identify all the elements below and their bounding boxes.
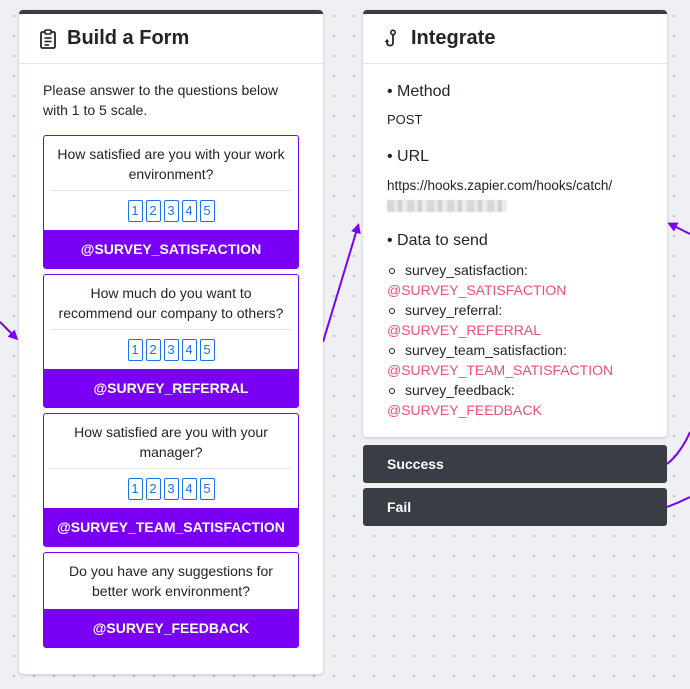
bullet-icon [389, 388, 395, 394]
scale-option-3[interactable]: 3 [163, 339, 179, 361]
scale-option-1[interactable]: 1 [127, 200, 143, 222]
method-value: POST [387, 112, 423, 127]
clipboard-icon [39, 28, 59, 49]
bullet-icon [389, 348, 395, 354]
url-label: • URL [387, 148, 430, 165]
data-value: @SURVEY_TEAM_SATISFACTION [387, 362, 614, 378]
data-key: survey_satisfaction: [405, 262, 528, 278]
scale-option-5[interactable]: 5 [199, 478, 215, 500]
question-card-2[interactable]: How much do you want to recommend our co… [43, 274, 299, 408]
data-item: survey_feedback: @SURVEY_FEEDBACK [387, 380, 643, 420]
question-text: How satisfied are you with your work env… [57, 146, 285, 182]
data-item: survey_satisfaction: @SURVEY_SATISFACTIO… [387, 260, 643, 300]
variable-label: @SURVEY_SATISFACTION [44, 230, 298, 268]
scale-option-4[interactable]: 4 [181, 339, 197, 361]
question-card-1[interactable]: How satisfied are you with your work env… [43, 135, 299, 269]
variable-label: @SURVEY_REFERRAL [44, 369, 298, 407]
build-form-card[interactable]: Build a Form Please answer to the questi… [19, 10, 323, 674]
data-value: @SURVEY_FEEDBACK [387, 402, 542, 418]
question-text: How much do you want to recommend our co… [58, 285, 284, 321]
rating-scale: 1 2 3 4 5 [44, 191, 298, 230]
success-output[interactable]: Success [363, 445, 667, 483]
url-value: https://hooks.zapier.com/hooks/catch/ [387, 178, 613, 193]
scale-option-2[interactable]: 2 [145, 339, 161, 361]
form-card-header: Build a Form [19, 14, 323, 64]
integrate-body: • Method POST • URL https://hooks.zapier… [363, 64, 667, 420]
data-item: survey_referral: @SURVEY_REFERRAL [387, 300, 643, 340]
variable-label: @SURVEY_TEAM_SATISFACTION [44, 508, 298, 546]
integrate-card[interactable]: Integrate • Method POST • URL https://ho… [363, 10, 667, 437]
question-card-4[interactable]: Do you have any suggestions for better w… [43, 552, 299, 648]
wire-success-out [666, 431, 690, 465]
data-item: survey_team_satisfaction: @SURVEY_TEAM_S… [387, 340, 643, 380]
question-text: Do you have any suggestions for better w… [69, 563, 273, 599]
data-key: survey_feedback: [405, 382, 515, 398]
integrate-card-header: Integrate [363, 14, 667, 64]
fail-output[interactable]: Fail [363, 488, 667, 526]
scale-option-1[interactable]: 1 [127, 478, 143, 500]
wire-fail-out [666, 496, 690, 508]
scale-option-5[interactable]: 5 [199, 339, 215, 361]
integrate-card-title: Integrate [411, 27, 496, 49]
hook-icon [383, 28, 403, 49]
scale-option-4[interactable]: 4 [181, 200, 197, 222]
wire-into-integrate [667, 222, 690, 235]
data-to-send-label: • Data to send [387, 232, 488, 249]
data-key: survey_team_satisfaction: [405, 342, 567, 358]
form-card-title: Build a Form [67, 27, 190, 49]
bullet-icon [389, 308, 395, 314]
data-value: @SURVEY_REFERRAL [387, 322, 541, 338]
scale-option-5[interactable]: 5 [199, 200, 215, 222]
variable-label: @SURVEY_FEEDBACK [44, 609, 298, 647]
data-key: survey_referral: [405, 302, 503, 318]
scale-option-1[interactable]: 1 [127, 339, 143, 361]
wire-into-form [0, 321, 19, 341]
scale-option-2[interactable]: 2 [145, 200, 161, 222]
bullet-icon [389, 268, 395, 274]
question-text: How satisfied are you with your manager? [74, 424, 268, 460]
scale-option-3[interactable]: 3 [163, 200, 179, 222]
scale-option-3[interactable]: 3 [163, 478, 179, 500]
data-value: @SURVEY_SATISFACTION [387, 282, 567, 298]
rating-scale: 1 2 3 4 5 [44, 330, 298, 369]
rating-scale: 1 2 3 4 5 [44, 469, 298, 508]
question-card-3[interactable]: How satisfied are you with your manager?… [43, 413, 299, 547]
scale-option-2[interactable]: 2 [145, 478, 161, 500]
method-label: • Method [387, 83, 451, 100]
form-intro: Please answer to the questions below wit… [43, 82, 279, 118]
scale-option-4[interactable]: 4 [181, 478, 197, 500]
redacted-url-suffix [387, 200, 507, 212]
wire-form-to-integrate [322, 223, 361, 343]
